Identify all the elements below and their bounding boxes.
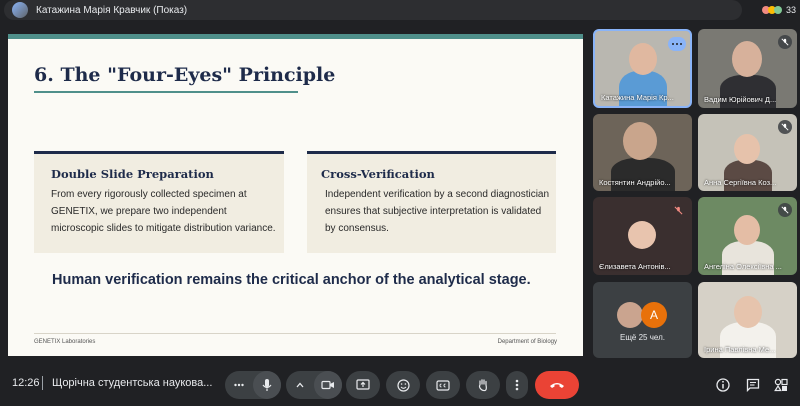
participant-name: Костянтин Андрійо... — [599, 178, 671, 187]
more-vertical-icon — [515, 379, 519, 391]
participant-tile[interactable]: Анна Сергіївна Коз... — [698, 114, 797, 191]
participant-avatar — [617, 302, 643, 328]
slide-statement: Human verification remains the critical … — [52, 272, 531, 288]
more-options-button[interactable] — [506, 371, 528, 399]
mic-off-icon — [671, 203, 685, 217]
chevron-up-icon[interactable] — [286, 371, 314, 399]
closed-captions-icon — [436, 379, 450, 391]
slide-title: 6. The "Four-Eyes" Principle — [34, 64, 336, 86]
participant-tile[interactable]: Вадим Юрійович Д... — [698, 29, 797, 108]
participant-name: Анна Сергіївна Коз... — [704, 178, 777, 187]
participant-video — [619, 71, 667, 106]
participant-tile[interactable]: Єлизавета Антонів... — [593, 197, 692, 275]
participant-count-button[interactable]: 33 — [748, 0, 796, 20]
shared-slide: 6. The "Four-Eyes" Principle Double Slid… — [8, 34, 583, 356]
participant-count: 33 — [785, 5, 796, 15]
participant-avatar-letter: А — [641, 302, 667, 328]
title-underline — [34, 91, 298, 93]
card-body: From every rigorously collected specimen… — [51, 189, 276, 234]
mini-avatars — [761, 6, 782, 14]
participant-face — [734, 134, 760, 164]
divider — [42, 376, 43, 390]
camera-button[interactable] — [314, 371, 342, 399]
mic-off-icon — [778, 120, 792, 134]
bottom-bar: 12:26 Щорічна студентська наукова... — [0, 362, 800, 406]
participant-name: Ангеліна Олексіївна ... — [704, 262, 782, 271]
captions-button[interactable] — [426, 371, 460, 399]
meet-window: Катажина Марія Кравчик (Показ) 33 6. The… — [0, 0, 800, 406]
present-screen-icon — [356, 379, 370, 390]
presenter-avatar — [12, 2, 28, 18]
slide-footer-left: GENETIX Laboratories — [34, 339, 96, 345]
shapes-icon — [774, 378, 788, 392]
microphone-control — [225, 371, 281, 399]
top-bar: Катажина Марія Кравчик (Показ) 33 — [0, 0, 800, 22]
participant-name: Єлизавета Антонів... — [599, 262, 671, 271]
mic-off-icon — [778, 35, 792, 49]
participant-tile[interactable]: Катажина Марія Кр... — [593, 29, 692, 108]
more-participants-tile[interactable]: А Ещё 25 чел. — [593, 282, 692, 358]
card-body: Independent verification by a second dia… — [325, 189, 550, 234]
participant-face — [734, 215, 760, 245]
leave-call-button[interactable] — [535, 371, 579, 399]
participant-tile[interactable]: Ангеліна Олексіївна ... — [698, 197, 797, 275]
camera-control — [286, 371, 342, 399]
microphone-button[interactable] — [253, 371, 281, 399]
participant-face — [732, 41, 762, 77]
emoji-icon — [396, 378, 410, 392]
meeting-info-button[interactable] — [714, 376, 732, 394]
participant-name: Вадим Юрійович Д... — [704, 95, 777, 104]
card-heading: Double Slide Preparation — [51, 167, 214, 181]
present-screen-button[interactable] — [346, 371, 380, 399]
hand-icon — [478, 379, 487, 392]
info-icon — [716, 378, 730, 392]
participant-tile[interactable]: Ірина Павлівна Ме... — [698, 282, 797, 358]
card-double-slide: Double Slide Preparation From every rigo… — [34, 151, 284, 253]
participant-face — [623, 122, 657, 160]
more-options-icon[interactable] — [668, 37, 686, 51]
more-participants-label: Ещё 25 чел. — [620, 333, 665, 342]
mic-off-icon — [778, 203, 792, 217]
chat-button[interactable] — [744, 376, 762, 394]
participant-name: Ірина Павлівна Ме... — [704, 345, 776, 354]
slide-divider — [34, 333, 556, 334]
presenter-banner[interactable]: Катажина Марія Кравчик (Показ) — [4, 0, 742, 20]
camera-icon — [321, 380, 334, 390]
card-cross-verification: Cross-Verification Independent verificat… — [307, 151, 556, 253]
slide-footer-right: Department of Biology — [497, 339, 557, 345]
participant-face — [629, 43, 657, 75]
activities-button[interactable] — [772, 376, 790, 394]
participant-face — [734, 296, 762, 328]
participant-avatar — [628, 221, 656, 249]
participant-tile[interactable]: Костянтин Андрійо... — [593, 114, 692, 191]
card-heading: Cross-Verification — [321, 167, 435, 181]
chat-icon — [746, 378, 760, 392]
more-audio-options-icon[interactable] — [225, 371, 253, 399]
participant-name: Катажина Марія Кр... — [601, 93, 674, 102]
raise-hand-button[interactable] — [466, 371, 500, 399]
meeting-title: Щорічна студентська наукова... — [52, 377, 213, 389]
hang-up-icon — [550, 383, 564, 388]
reactions-button[interactable] — [386, 371, 420, 399]
clock: 12:26 — [12, 377, 40, 389]
microphone-icon — [262, 379, 272, 391]
presenter-label: Катажина Марія Кравчик (Показ) — [36, 4, 188, 16]
